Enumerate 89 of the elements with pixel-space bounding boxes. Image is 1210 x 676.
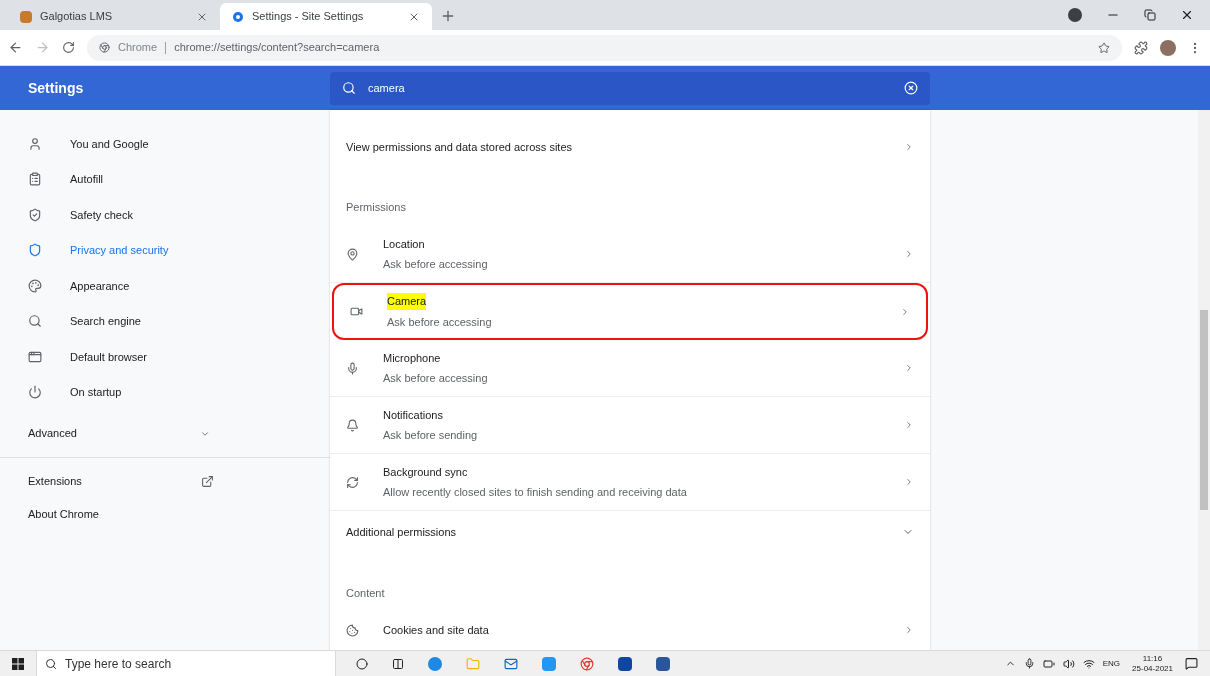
permission-title: Microphone [383, 350, 441, 366]
back-icon[interactable] [8, 40, 23, 55]
external-link-icon [201, 474, 214, 488]
view-permissions-row[interactable]: View permissions and data stored across sites [330, 126, 930, 168]
search-icon [28, 314, 42, 329]
wifi-icon[interactable] [1082, 657, 1095, 670]
windows-logo-icon[interactable] [12, 657, 24, 670]
permission-row[interactable]: Microphone Ask before accessing [330, 340, 930, 397]
permission-status: Ask before sending [383, 428, 479, 443]
arrow-right-icon [904, 249, 914, 259]
avatar-icon[interactable] [1160, 39, 1176, 56]
scrollbar[interactable] [1198, 110, 1210, 650]
microphone-icon [346, 361, 359, 375]
shield-icon [28, 243, 42, 258]
power-icon [28, 385, 42, 400]
browser-tab[interactable]: Settings - Site Settings [220, 3, 432, 30]
arrow-right-icon [904, 477, 914, 487]
about-chrome-link[interactable]: About Chrome [0, 504, 330, 524]
mail-icon[interactable] [504, 656, 518, 671]
arrow-right-icon [904, 363, 914, 373]
new-tab-icon[interactable] [440, 8, 456, 24]
microphone-icon[interactable] [1023, 658, 1035, 669]
palette-icon [28, 278, 42, 293]
section-heading: Content [345, 585, 386, 601]
search-icon [342, 81, 356, 95]
notification-icon[interactable] [1185, 657, 1198, 670]
search-icon [45, 657, 57, 670]
cortana-circle-icon[interactable] [356, 657, 368, 670]
sidebar-item[interactable]: Search engine [0, 303, 330, 339]
permission-title: Notifications [383, 407, 443, 423]
language-indicator[interactable]: ENG [1102, 657, 1121, 670]
clock[interactable]: 11:16 25-04-2021 [1128, 654, 1177, 673]
permission-row[interactable]: Camera Ask before accessing [332, 283, 928, 340]
bell-icon [346, 418, 359, 432]
permission-row[interactable]: Background sync Allow recently closed sites to finish sending and receiving data [330, 454, 930, 511]
tab-title: Galgotias LMS [40, 9, 114, 25]
permission-status: Ask before accessing [383, 371, 489, 386]
chrome-logo-icon[interactable] [580, 656, 594, 671]
origin-label: Chrome [118, 40, 158, 56]
sidebar-item[interactable]: On startup [0, 374, 330, 410]
search-field[interactable]: camera [330, 71, 930, 105]
address-bar[interactable]: Chrome chrome://settings/content?search=camera [87, 34, 1122, 61]
clear-search-icon[interactable] [904, 81, 918, 95]
sidebar-item[interactable]: Autofill [0, 161, 330, 197]
task-view-icon[interactable] [392, 657, 404, 670]
arrow-right-icon [904, 420, 914, 430]
sync-icon [346, 475, 359, 489]
cookie-icon [346, 623, 359, 637]
permission-title: Background sync [383, 464, 468, 480]
restore-icon[interactable] [1144, 9, 1156, 21]
sidebar-item[interactable]: Default browser [0, 339, 330, 375]
location-pin-icon [346, 247, 359, 261]
tab-title: Settings - Site Settings [252, 9, 365, 25]
reload-icon[interactable] [62, 41, 75, 54]
permission-status: Ask before accessing [387, 314, 493, 330]
sidebar-item[interactable]: Privacy and security [0, 232, 330, 268]
sidebar-item[interactable]: You and Google [0, 126, 330, 162]
arrow-right-icon [904, 625, 914, 635]
app-icon[interactable] [542, 656, 556, 671]
cookies-row[interactable]: Cookies and site data [330, 613, 930, 647]
taskbar-search-field[interactable]: Type here to search [36, 651, 336, 676]
speaker-icon[interactable] [1062, 657, 1075, 670]
profile-icon[interactable] [1068, 8, 1082, 22]
close-icon[interactable] [1180, 8, 1194, 22]
arrow-right-icon [900, 306, 910, 317]
person-icon [28, 136, 42, 151]
video-camera-icon [350, 305, 363, 318]
section-heading: Permissions [345, 199, 407, 215]
shield-check-icon [28, 207, 42, 222]
site-logo-icon [20, 10, 32, 23]
extensions-icon[interactable] [1134, 40, 1148, 55]
chrome-logo-icon [99, 42, 110, 53]
settings-title: Settings [27, 78, 85, 98]
additional-permissions-row[interactable]: Additional permissions [330, 511, 930, 553]
bookmark-star-icon[interactable] [1098, 41, 1110, 54]
search-query: camera [368, 80, 406, 96]
permission-row[interactable]: Location Ask before accessing [330, 226, 930, 283]
url-text: chrome://settings/content?search=camera [174, 40, 380, 56]
permission-title: Camera [387, 293, 427, 310]
permission-status: Ask before accessing [383, 257, 489, 272]
sidebar-item[interactable]: Safety check [0, 197, 330, 233]
extensions-link[interactable]: Extensions [0, 458, 330, 504]
permission-status: Allow recently closed sites to finish sending and receiving data [383, 485, 688, 500]
permission-row[interactable]: Notifications Ask before sending [330, 397, 930, 454]
clipboard-icon [28, 172, 42, 187]
permission-title: Location [383, 236, 425, 252]
arrow-right-icon [904, 142, 914, 152]
browser-window-icon [28, 349, 42, 364]
sidebar-item[interactable]: Appearance [0, 268, 330, 304]
